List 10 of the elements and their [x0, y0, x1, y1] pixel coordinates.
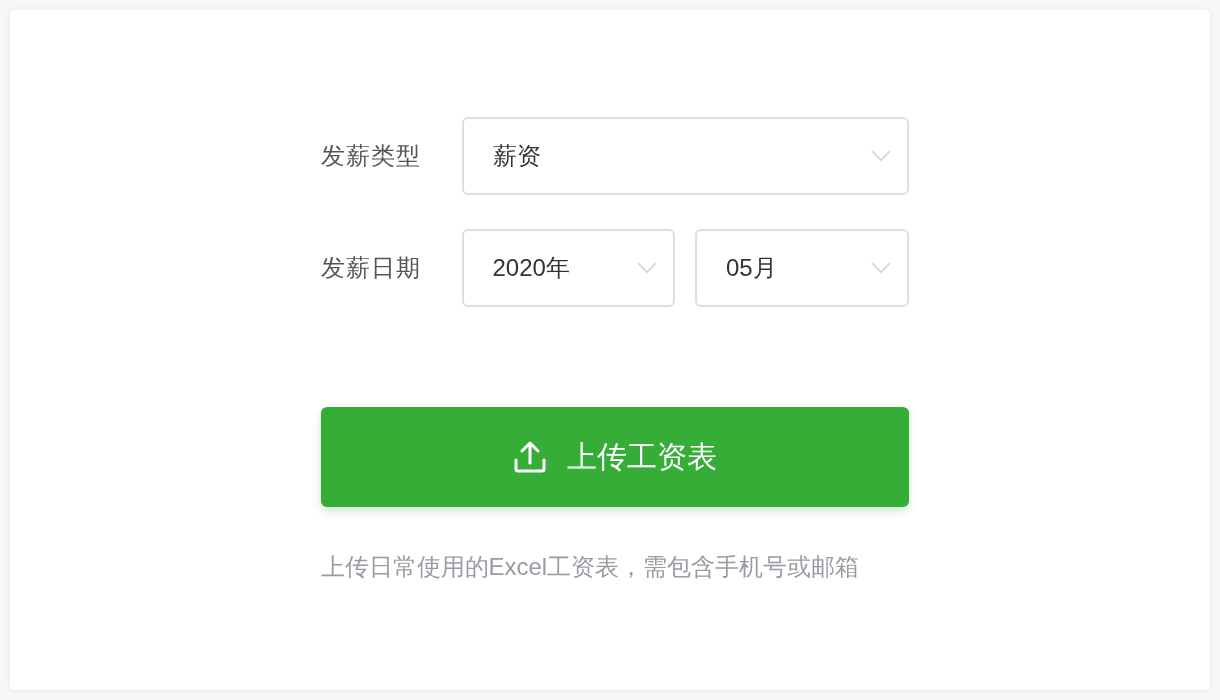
field-label: 发薪类型 [320, 141, 422, 171]
chevron-down-icon [870, 150, 891, 162]
dropdown-select[interactable]: 05月 [695, 229, 909, 307]
chevron-down-icon [637, 262, 657, 274]
hint-text: 上传日常使用的Excel工资表，需包含手机号或邮箱 [320, 552, 861, 582]
dropdown-select[interactable]: 2020年 [461, 229, 675, 307]
dropdown-select[interactable]: 薪资 [461, 117, 909, 195]
upload-icon [512, 440, 547, 474]
chevron-down-icon [870, 262, 891, 274]
field-label: 发薪日期 [320, 253, 422, 283]
